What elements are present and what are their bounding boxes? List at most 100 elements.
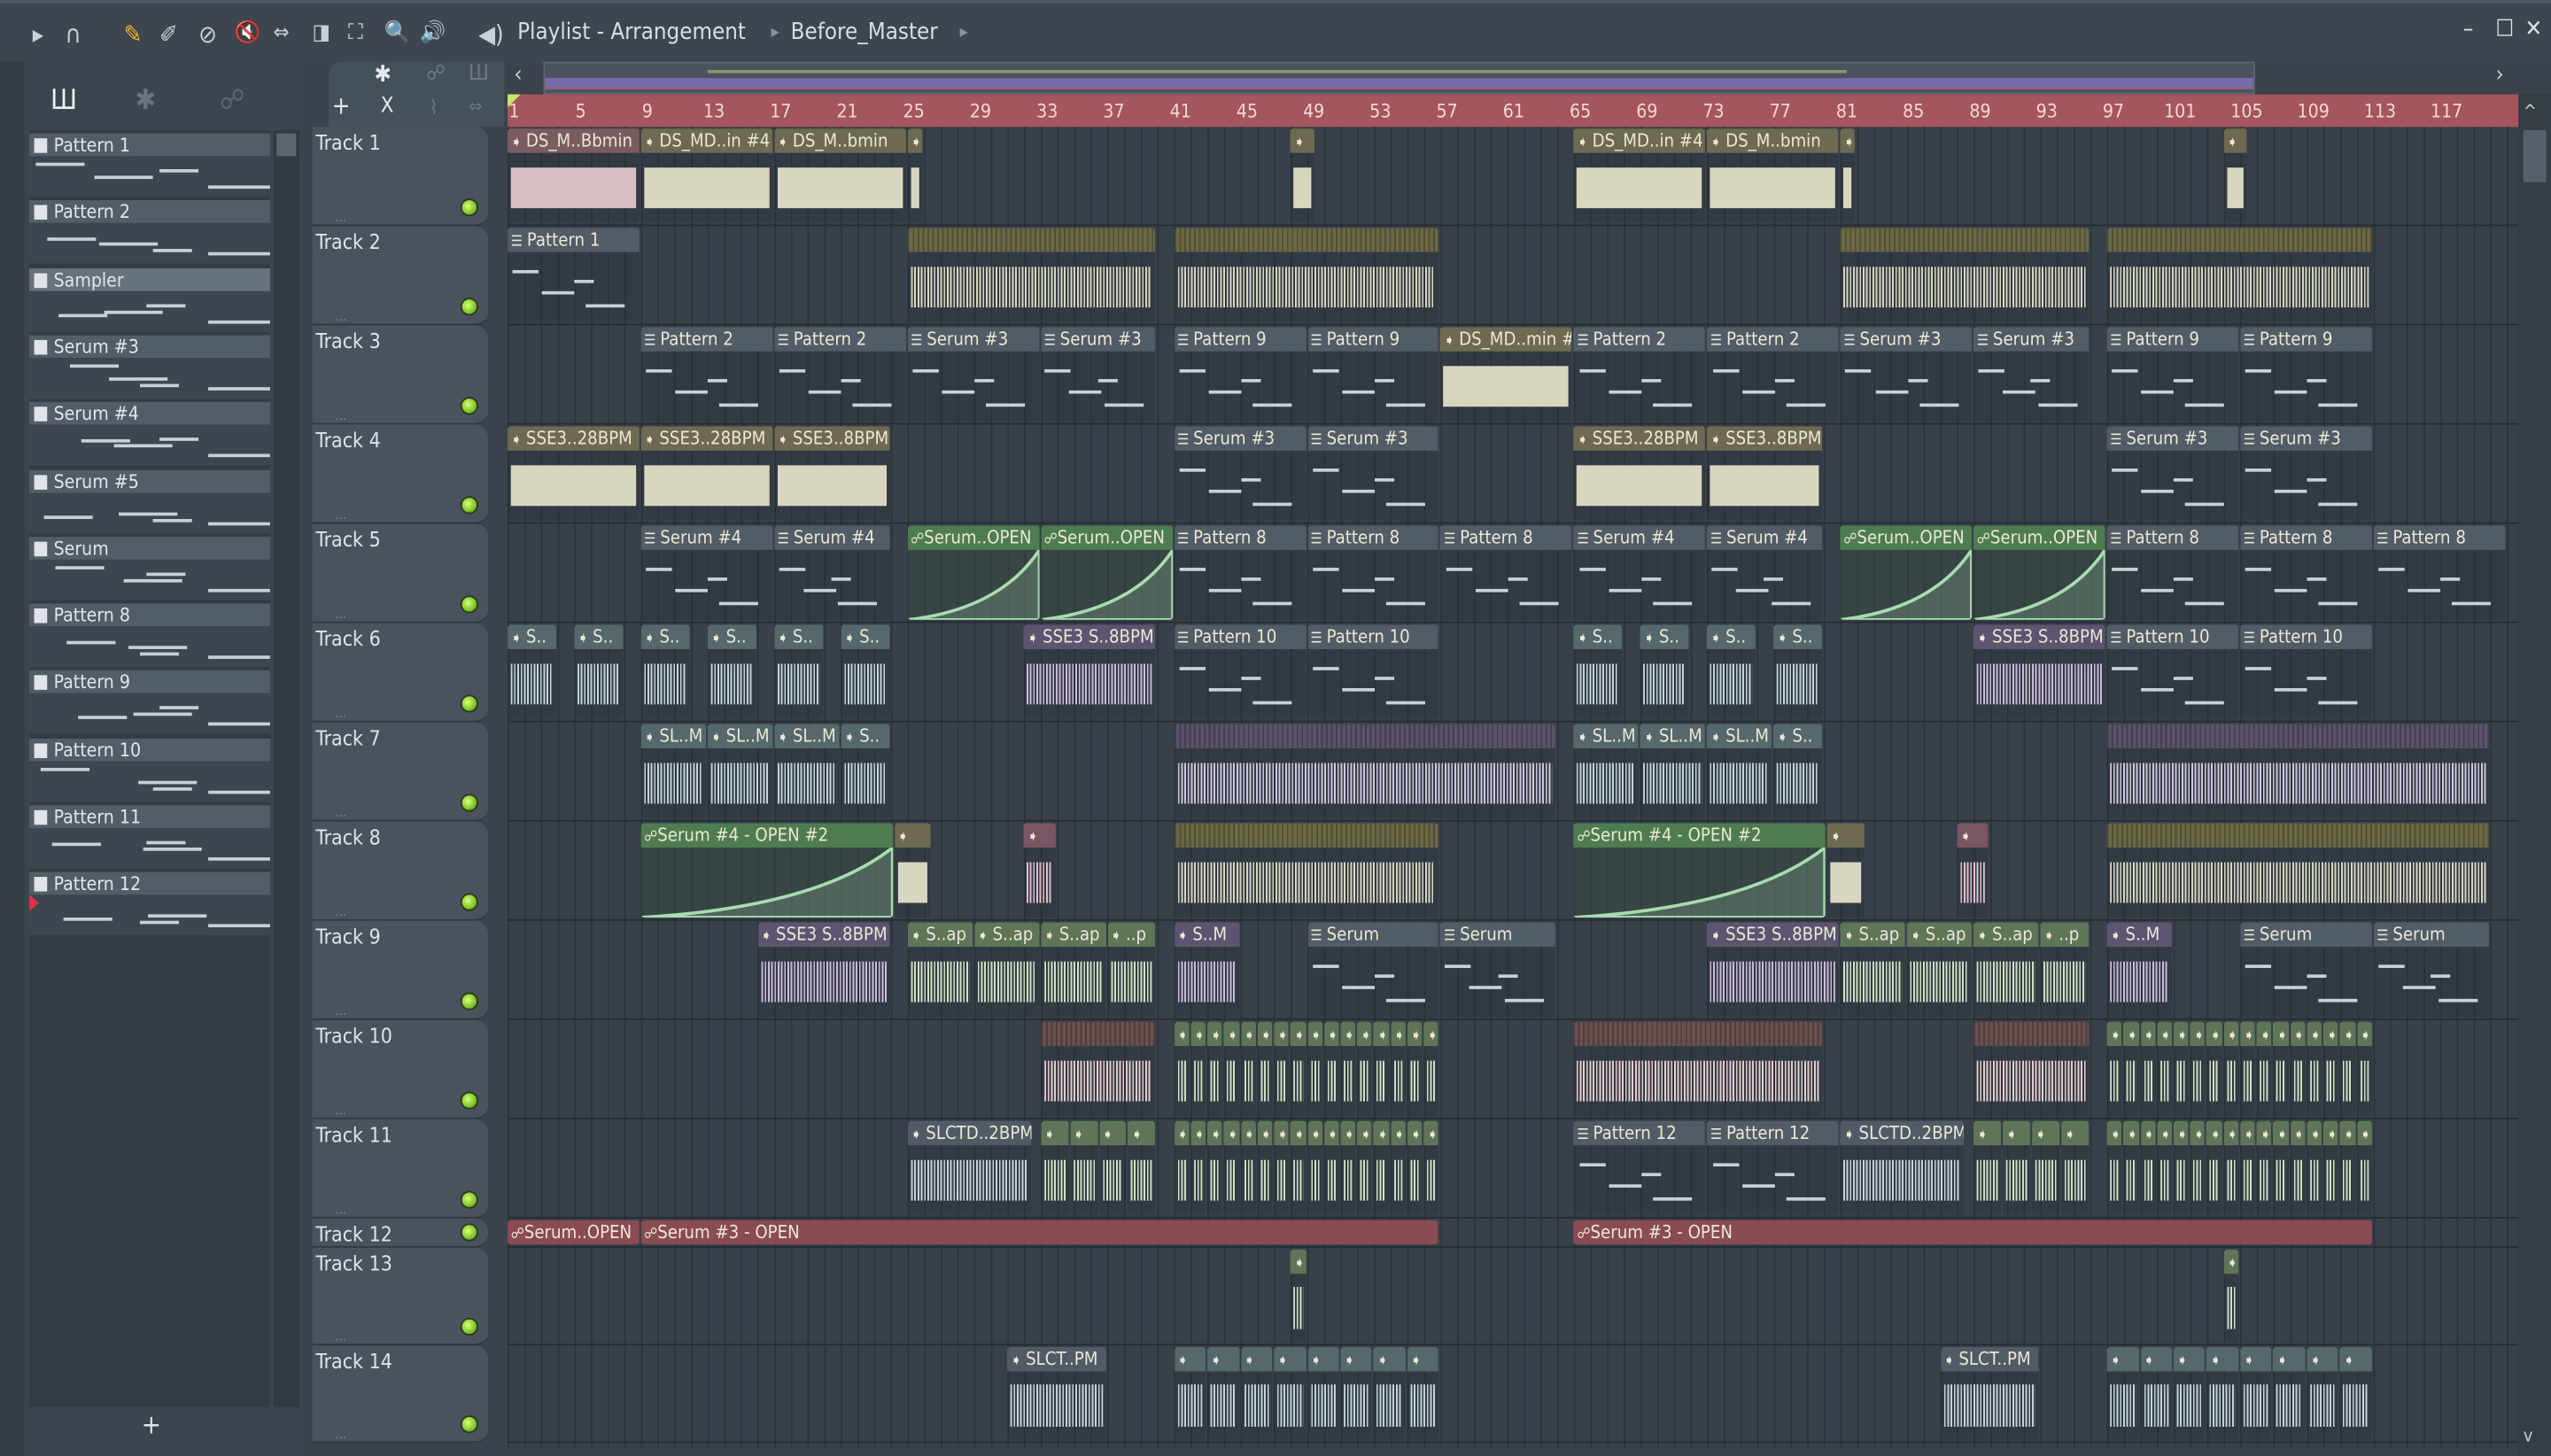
clip-header[interactable]: ☍Serum..OPEN [1040, 525, 1173, 550]
audio-clip[interactable]: ➧ [1291, 128, 1314, 223]
clip-header[interactable]: ➧ [1291, 1249, 1306, 1274]
track-mute-led[interactable] [460, 1415, 478, 1434]
pattern-filter-icon[interactable]: Ш [469, 62, 489, 87]
track-header[interactable]: Track 7... [312, 722, 489, 822]
audio-clip[interactable]: ➧ [2339, 1120, 2355, 1216]
track-header[interactable]: Track 10... [312, 1019, 489, 1119]
audio-clip[interactable]: ➧ [2307, 1021, 2322, 1117]
clip-header[interactable]: ➧ [1206, 1346, 1239, 1372]
track-mute-led[interactable] [460, 1317, 478, 1336]
close-button[interactable]: ✕ [2525, 16, 2542, 42]
clip-header[interactable]: ☰ Serum #3 [1840, 327, 1973, 352]
track-menu-grip-icon[interactable]: ... [335, 607, 346, 622]
audio-clip[interactable]: ➧ S.. [1573, 624, 1623, 719]
clip-header[interactable]: ➧ SLCT..PM [1940, 1346, 2039, 1372]
audio-clip[interactable]: ➧ [2206, 1346, 2239, 1440]
pattern-clip[interactable]: ☰ Serum #3 [907, 327, 1040, 422]
pattern-clip[interactable]: ☰ Serum [1307, 922, 1439, 1018]
pattern-clip[interactable]: ☰ Serum #3 [1040, 327, 1156, 422]
audio-clip[interactable]: ➧ [2273, 1021, 2289, 1117]
clip-header[interactable]: ➧ [1274, 1120, 1290, 1146]
clip-header[interactable]: ➧ S.. [773, 624, 823, 649]
clip-header[interactable]: ➧ [1957, 823, 1989, 848]
clip-header[interactable]: ➧ [2140, 1346, 2173, 1372]
clip-header[interactable]: ➧ [2273, 1346, 2306, 1372]
audio-clip[interactable]: ➧ [1223, 1021, 1239, 1117]
audio-clip[interactable]: ➧ SL..M [1573, 724, 1640, 818]
automation-clip[interactable]: ☍Serum..OPEN [1973, 525, 2105, 620]
playlist-grid[interactable]: ➧ DS_M..Bbmin ➧ DS_MD..in #4 ➧ DS_M..bmin ➧… [508, 127, 2519, 1448]
clip-header[interactable]: ☰ Pattern 8 [1440, 525, 1572, 550]
clip-header[interactable]: ➧ S.. [640, 624, 690, 649]
clip-header[interactable]: ➧ [2140, 1120, 2156, 1146]
clip-header[interactable]: ➧ [1323, 1021, 1339, 1047]
clip-header[interactable]: ☍Serum..OPEN [907, 525, 1040, 550]
audio-clip[interactable]: ➧ [2190, 1021, 2206, 1117]
clip-header[interactable]: ➧ DS_MD..in #4 [640, 128, 773, 153]
clip-header[interactable]: ➧ [2140, 1021, 2156, 1047]
audio-clip[interactable]: ➧ [1826, 823, 1865, 918]
audio-clip[interactable]: ➧ [2190, 1120, 2206, 1216]
audio-clip[interactable]: ➧ SSE3..8BPM [1707, 426, 1823, 521]
audio-clip[interactable]: ➧ SSE3..28BPM [640, 426, 773, 521]
audio-clip[interactable]: ➧ S.. [1773, 624, 1823, 719]
track-header[interactable]: Track 3... [312, 325, 489, 425]
clip-header[interactable] [2106, 724, 2489, 748]
pattern-clip[interactable]: ☰ Pattern 10 [2106, 624, 2239, 719]
pattern-clip[interactable]: ☰ Pattern 9 [2106, 327, 2239, 422]
clip-header[interactable]: ➧ [1340, 1346, 1373, 1372]
track-header[interactable]: Track 4... [312, 424, 489, 524]
clip-header[interactable]: ➧ [2323, 1021, 2339, 1047]
clip-header[interactable]: ➧ S..ap [1906, 922, 1973, 948]
clip-header[interactable] [2106, 823, 2489, 848]
clip-header[interactable]: ➧ S..ap [1040, 922, 1106, 948]
clip-header[interactable]: ➧ [907, 128, 923, 153]
audio-clip[interactable]: ➧ [1357, 1120, 1373, 1216]
clip-header[interactable]: ➧ [1128, 1120, 1156, 1146]
piano-icon[interactable]: Ш [50, 85, 77, 118]
clip-header[interactable]: ➧ [2256, 1021, 2272, 1047]
clip-header[interactable]: ➧ [2223, 1120, 2239, 1146]
clip-header[interactable]: ➧ S.. [841, 724, 889, 748]
audio-clip[interactable]: ➧ [2323, 1120, 2339, 1216]
clip-header[interactable]: ☰ Pattern 10 [1174, 624, 1306, 649]
clip-header[interactable]: ➧ [1206, 1021, 1222, 1047]
track-header[interactable]: Track 11... [312, 1119, 489, 1219]
clip-header[interactable]: ☰ Serum #4 [640, 525, 773, 550]
clip-header[interactable]: ➧ [2123, 1021, 2139, 1047]
clip-header[interactable]: ➧ [1340, 1120, 1356, 1146]
clip-header[interactable]: ➧ [2106, 1346, 2139, 1372]
mute-icon[interactable]: 🔇 [234, 18, 260, 50]
pattern-clip[interactable]: ☰ Serum #4 [773, 525, 889, 620]
pattern-item-header[interactable]: Pattern 12 [29, 872, 270, 895]
clip-header[interactable]: ☰ Pattern 8 [1174, 525, 1306, 550]
clip-header[interactable]: ☰ Pattern 9 [2106, 327, 2239, 352]
clip-header[interactable]: ☍Serum #3 - OPEN [640, 1220, 1439, 1245]
clip-header[interactable]: ➧ [1190, 1120, 1206, 1146]
clip-header[interactable]: ➧ SLCTD..2BPM [907, 1120, 1031, 1146]
clip-header[interactable]: ➧ [1840, 128, 1856, 153]
breadcrumb-target[interactable]: Before_Master [791, 19, 938, 45]
clip-header[interactable]: ➧ [1223, 1120, 1239, 1146]
clip-header[interactable]: ☰ Pattern 12 [1573, 1120, 1706, 1146]
pattern-item[interactable]: Pattern 9 [29, 670, 270, 736]
clip-header[interactable]: ➧ SL..M [707, 724, 773, 748]
clip-header[interactable]: ➧ SL..M [640, 724, 706, 748]
clip-header[interactable]: ➧ [1374, 1021, 1390, 1047]
audio-clip[interactable]: ➧ SLCTD..2BPM [907, 1120, 1031, 1216]
track-mute-led[interactable] [460, 1091, 478, 1110]
audio-clip[interactable]: ➧ [2240, 1346, 2272, 1440]
track-mute-led[interactable] [460, 1190, 478, 1209]
pattern-clip[interactable]: ☰ Pattern 8 [1174, 525, 1306, 620]
audio-clip[interactable]: ➧ [2106, 1120, 2122, 1216]
audio-clip[interactable]: ➧ [2339, 1021, 2355, 1117]
automation-clip[interactable]: ☍Serum #3 - OPEN [1573, 1220, 2372, 1245]
clip-header[interactable]: ➧ [2339, 1346, 2372, 1372]
clip-header[interactable]: ➧ [1291, 1021, 1306, 1047]
clip-header[interactable]: ➧ [1098, 1120, 1127, 1146]
audio-clip[interactable]: ➧ [2173, 1120, 2189, 1216]
audio-clip[interactable]: ➧ [1340, 1346, 1373, 1440]
clip-header[interactable] [1174, 823, 1439, 848]
audio-clip[interactable]: ➧ S..M [2106, 922, 2173, 1018]
track-menu-grip-icon[interactable]: ... [335, 408, 346, 423]
